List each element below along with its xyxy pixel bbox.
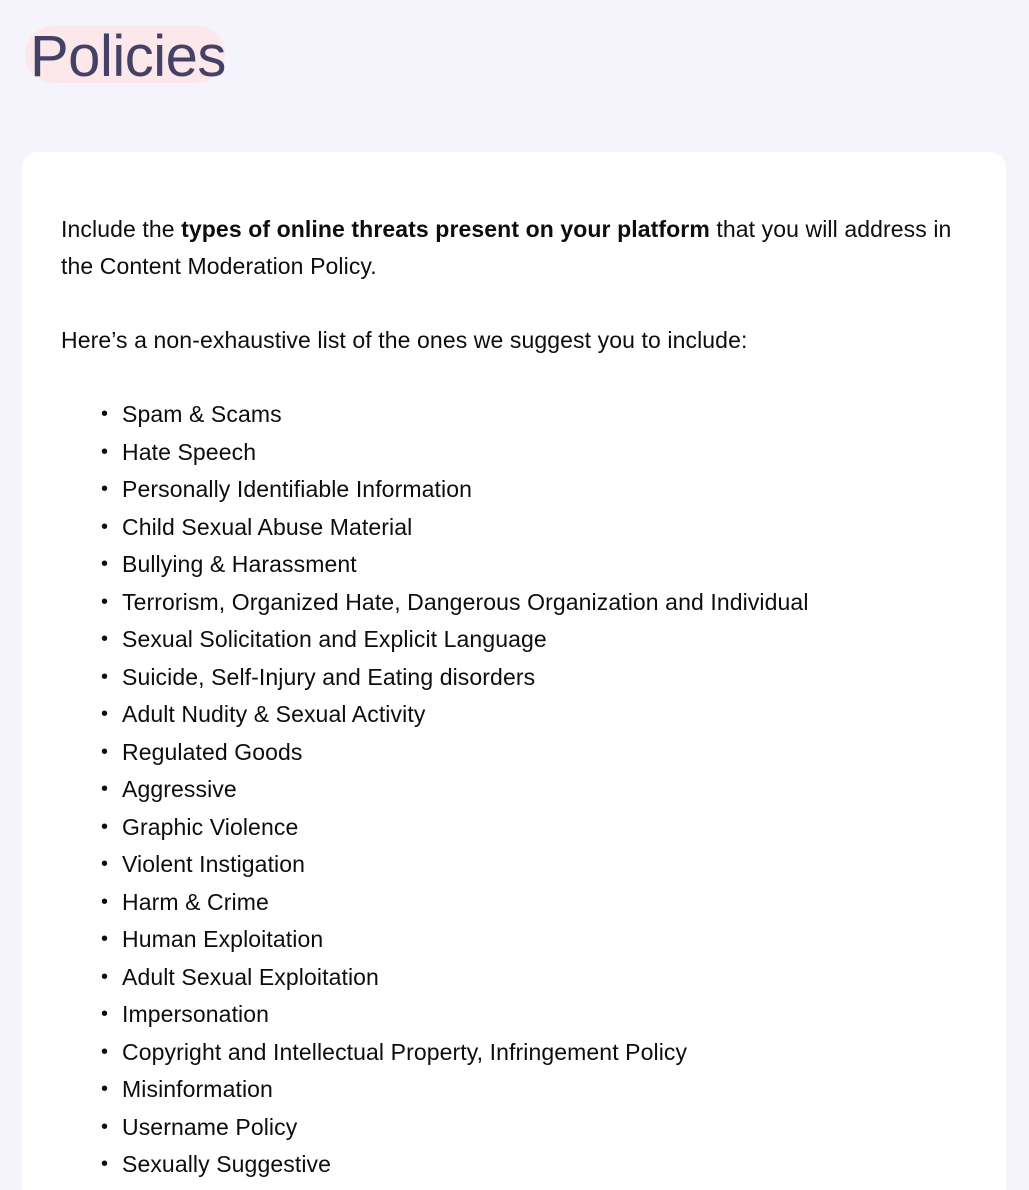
threat-list-item: Aggressive (61, 771, 966, 809)
threat-list-item: Impersonation (61, 996, 966, 1034)
threat-list-item: Graphic Violence (61, 809, 966, 847)
intro-paragraph: Include the types of online threats pres… (61, 211, 966, 285)
list-lead-in-paragraph: Here’s a non-exhaustive list of the ones… (61, 327, 748, 353)
threat-list-item: Copyright and Intellectual Property, Inf… (61, 1034, 966, 1072)
threat-list-item: Spam & Scams (61, 396, 966, 434)
threat-list-item: Misinformation (61, 1071, 966, 1109)
intro-text-bold: types of online threats present on your … (181, 216, 710, 242)
threat-list-item: Sexually Suggestive (61, 1146, 966, 1184)
policy-content-card: Include the types of online threats pres… (22, 152, 1006, 1190)
policy-content-body: Include the types of online threats pres… (22, 152, 1006, 1184)
threat-list-item: Adult Sexual Exploitation (61, 959, 966, 997)
threat-list-item: Terrorism, Organized Hate, Dangerous Org… (61, 584, 966, 622)
intro-text-before-bold: Include the (61, 216, 182, 242)
threat-list-item: Suicide, Self-Injury and Eating disorder… (61, 659, 966, 697)
policies-page: Policies Include the types of online thr… (0, 0, 1029, 1190)
threat-list-item: Username Policy (61, 1109, 966, 1147)
threat-list-item: Regulated Goods (61, 734, 966, 772)
threat-list-item: Personally Identifiable Information (61, 471, 966, 509)
threat-list-item: Bullying & Harassment (61, 546, 966, 584)
page-title-container: Policies (22, 18, 226, 96)
threat-list-item: Violent Instigation (61, 846, 966, 884)
threat-list-item: Human Exploitation (61, 921, 966, 959)
threat-list-item: Hate Speech (61, 434, 966, 472)
page-title: Policies (30, 24, 226, 89)
threat-list-item: Sexual Solicitation and Explicit Languag… (61, 621, 966, 659)
threat-types-list: Spam & ScamsHate SpeechPersonally Identi… (61, 396, 966, 1184)
threat-list-item: Adult Nudity & Sexual Activity (61, 696, 966, 734)
threat-list-item: Harm & Crime (61, 884, 966, 922)
threat-list-item: Child Sexual Abuse Material (61, 509, 966, 547)
